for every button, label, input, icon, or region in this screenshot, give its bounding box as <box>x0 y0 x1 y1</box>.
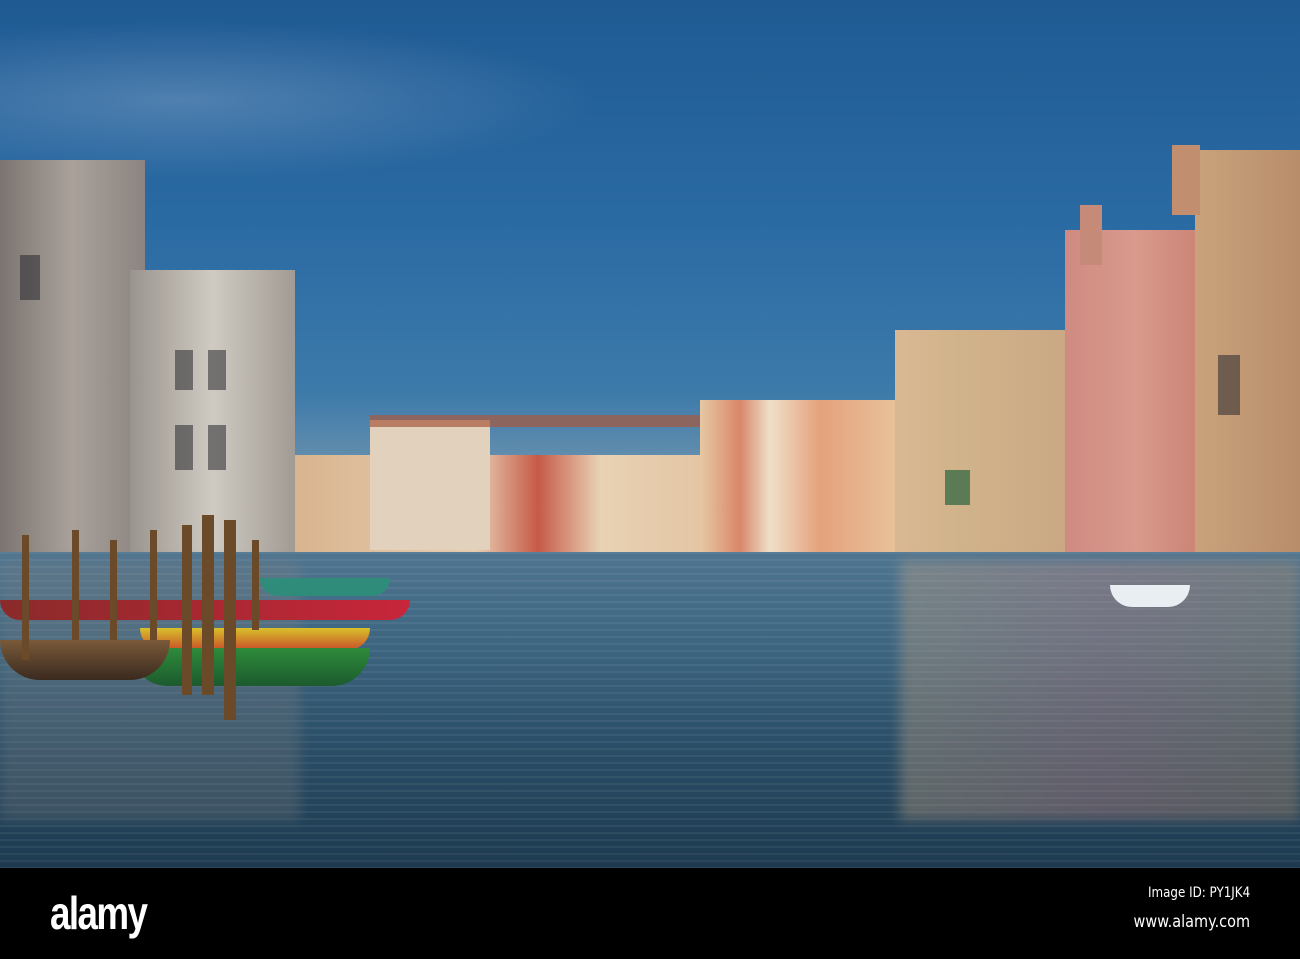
image-id: Image ID: PY1JK4 <box>1147 885 1250 901</box>
mooring-pole <box>202 515 214 695</box>
boat <box>260 578 390 596</box>
window <box>175 425 193 470</box>
bell-tower <box>1172 145 1200 215</box>
mooring-pole <box>150 530 157 640</box>
mid-right-buildings <box>700 400 900 560</box>
window <box>208 425 226 470</box>
white-palazzo <box>370 420 490 550</box>
right-buildings-ochre <box>895 330 1070 570</box>
alamy-logo: alamy <box>50 887 148 939</box>
window <box>208 350 226 390</box>
cloud-haze <box>0 20 600 180</box>
watermark-bar: alamy Image ID: PY1JK4 www.alamy.com <box>0 868 1300 959</box>
chimney <box>1080 205 1102 265</box>
canal-photo <box>0 0 1300 868</box>
right-building-brick <box>1195 150 1300 595</box>
boat <box>140 628 370 650</box>
left-building-stone <box>0 160 145 560</box>
window <box>175 350 193 390</box>
window <box>20 255 40 300</box>
mooring-pole <box>252 540 259 630</box>
building-reflection <box>900 560 1300 820</box>
mooring-pole <box>110 540 117 640</box>
mooring-pole <box>224 520 236 720</box>
right-building-pink <box>1065 230 1205 585</box>
window <box>945 470 970 505</box>
window <box>1218 355 1240 415</box>
mooring-pole <box>182 525 192 695</box>
site-url: www.alamy.com <box>1133 912 1250 932</box>
motorboat <box>1110 585 1190 607</box>
mooring-pole <box>72 530 79 640</box>
mooring-pole <box>22 535 29 660</box>
